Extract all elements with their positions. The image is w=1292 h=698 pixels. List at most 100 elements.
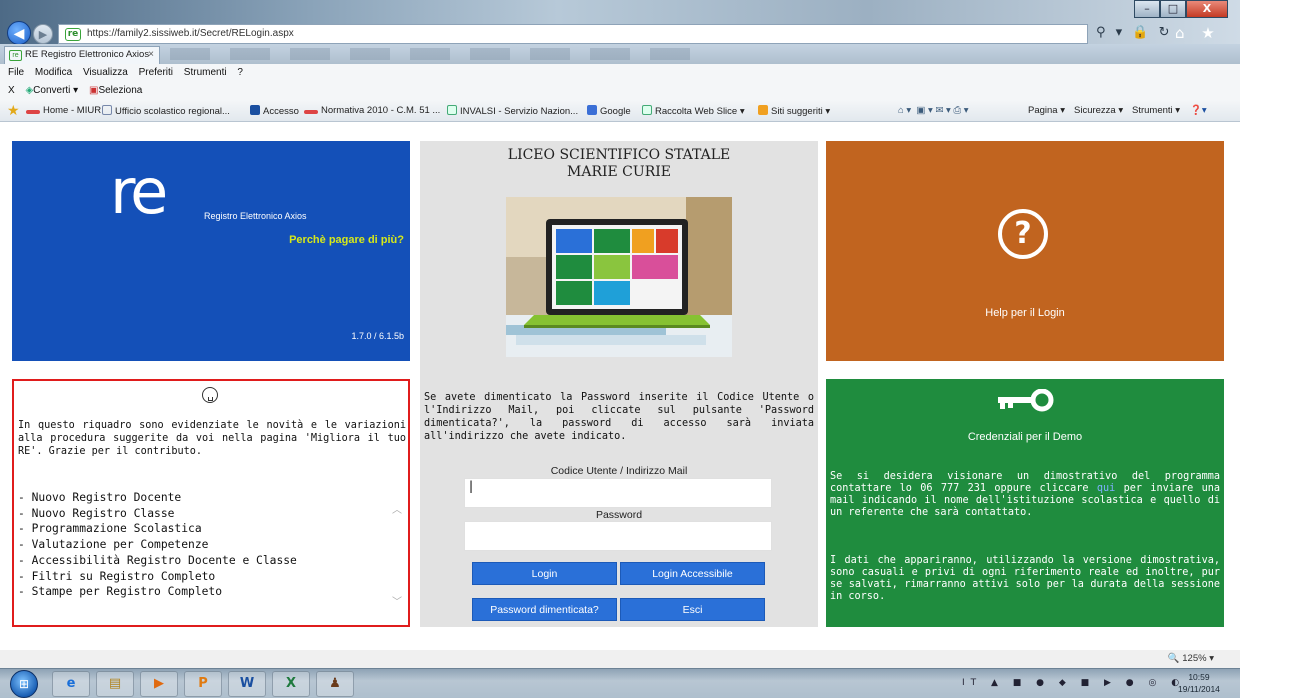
help-menu-icon[interactable]: ❓▾ [1190, 105, 1207, 116]
taskbar-powerpoint-icon[interactable]: P [184, 671, 222, 697]
favorite-invalsi[interactable]: INVALSI - Servizio Nazion... [447, 105, 578, 117]
news-intro: In questo riquadro sono evidenziate le n… [18, 420, 406, 457]
menu-strumenti-toolbar[interactable]: Strumenti ▾ [1132, 105, 1180, 116]
favorite-accesso[interactable]: Accesso [250, 105, 299, 117]
taskbar-media-player-icon[interactable]: ▶ [140, 671, 178, 697]
school-name: LICEO SCIENTIFICO STATALE MARIE CURIE [420, 147, 818, 181]
brand-tile: re Registro Elettronico Axios Perchè pag… [12, 141, 410, 361]
minimize-button[interactable]: – [1134, 0, 1160, 18]
seleziona-button[interactable]: ▣Seleziona [89, 85, 142, 96]
seleziona-label: Seleziona [98, 85, 143, 96]
re-logo: re [110, 155, 168, 228]
taskbar-app-icon[interactable]: ♟ [316, 671, 354, 697]
clock-date: 19/11/2014 [1178, 684, 1220, 694]
window-controls: – □ X [1134, 0, 1228, 18]
taskbar-ie-icon[interactable]: e [52, 671, 90, 697]
taskbar-word-icon[interactable]: W [228, 671, 266, 697]
favorite-siti-suggeriti[interactable]: Siti suggeriti ▾ [758, 105, 830, 117]
scroll-up-icon[interactable]: ︿ [392, 501, 402, 516]
blurred-background-tabs [170, 48, 690, 60]
news-item: - Filtri su Registro Completo [18, 569, 216, 583]
menu-sicurezza[interactable]: Sicurezza ▾ [1074, 105, 1123, 116]
news-item: - Valutazione per Competenze [18, 538, 209, 552]
site-favicon-icon: re [65, 28, 81, 41]
google-icon [587, 105, 597, 115]
favorite-google[interactable]: Google [587, 105, 631, 117]
scroll-down-icon[interactable]: ﹀ [392, 593, 402, 608]
converti-icon: ◈ [25, 85, 34, 96]
address-bar[interactable]: re https://family2.sissiweb.it/Secret/RE… [58, 24, 1088, 44]
favorite-label: Home - MIUR [43, 105, 102, 116]
password-label: Password [595, 509, 643, 521]
favorite-label: Google [600, 106, 631, 117]
favorites-bar: ★ Home - MIUR Ufficio scolastico regiona… [0, 100, 1240, 122]
zoom-value: 125% [1182, 653, 1207, 664]
school-name-line2: MARIE CURIE [567, 164, 671, 180]
news-list[interactable]: - Nuovo Registro Docente - Nuovo Registr… [18, 490, 388, 600]
menu-file[interactable]: File [8, 67, 24, 78]
brand-slogan: Perchè pagare di più? [289, 234, 404, 246]
favorite-normativa[interactable]: Normativa 2010 - C.M. 51 ... [304, 105, 440, 116]
brand-name: Registro Elettronico Axios [204, 211, 307, 221]
taskbar-excel-icon[interactable]: X [272, 671, 310, 697]
accesso-icon [250, 105, 260, 115]
menu-help[interactable]: ? [237, 67, 243, 78]
login-button[interactable]: Login [472, 562, 617, 585]
demo-credentials-tile: Credenziali per il Demo Se si desidera v… [826, 379, 1224, 627]
siti-suggeriti-icon [758, 105, 768, 115]
forward-button[interactable]: ▶ [33, 24, 53, 44]
converti-button[interactable]: ◈Converti ▾ [25, 85, 81, 96]
favorite-label: Siti suggeriti ▾ [771, 106, 831, 117]
command-bar-close-icon[interactable]: X [8, 85, 15, 96]
back-button[interactable]: ◀ [7, 21, 31, 45]
news-panel: In questo riquadro sono evidenziate le n… [12, 379, 410, 627]
news-item: - Stampe per Registro Completo [18, 585, 223, 599]
home-feeds-mail-print-icons[interactable]: ⌂ ▾ ▣ ▾ ✉ ▾ ⎙ ▾ [898, 105, 968, 116]
address-bar-actions[interactable]: ⚲ ▾ 🔒 ↻ [1096, 25, 1173, 40]
password-input[interactable] [464, 521, 772, 551]
forgot-password-button[interactable]: Password dimenticata? [472, 598, 617, 621]
username-input[interactable]: | [464, 478, 772, 508]
menu-preferiti[interactable]: Preferiti [139, 67, 173, 78]
favorites-star-icon[interactable]: ★ [7, 102, 20, 119]
tab-registro-elettronico[interactable]: re RE Registro Elettronico Axios × [4, 46, 160, 64]
normativa-icon [304, 110, 318, 114]
clock-time: 10:59 [1188, 672, 1210, 682]
menu-strumenti[interactable]: Strumenti [184, 67, 227, 78]
exit-button[interactable]: Esci [620, 598, 765, 621]
clock[interactable]: 10:59 19/11/2014 [1178, 671, 1220, 695]
lightbulb-icon [202, 387, 218, 403]
favorite-ufficio-scolastico[interactable]: Ufficio scolastico regional... [102, 105, 230, 117]
favorite-label: INVALSI - Servizio Nazion... [460, 106, 579, 117]
favorite-home-miur[interactable]: Home - MIUR [26, 105, 101, 116]
maximize-button[interactable]: □ [1160, 0, 1186, 18]
laptop-illustration [506, 197, 732, 357]
address-url[interactable]: https://family2.sissiweb.it/Secret/RELog… [87, 28, 294, 39]
windows-taskbar: ⊞ e ▤ ▶ P W X ♟ IT ▲ ■ ● ◆ ■ ▶ ● ◎ ◐ 10:… [0, 668, 1240, 698]
news-item: - Programmazione Scolastica [18, 522, 202, 536]
login-panel: LICEO SCIENTIFICO STATALE MARIE CURIE Se… [420, 141, 818, 627]
taskbar-explorer-icon[interactable]: ▤ [96, 671, 134, 697]
favorite-label: Ufficio scolastico regional... [115, 106, 230, 117]
help-login-tile[interactable]: ? Help per il Login [826, 141, 1224, 361]
demo-title: Credenziali per il Demo [967, 431, 1083, 443]
language-indicator[interactable]: IT [962, 678, 982, 688]
login-accessible-button[interactable]: Login Accessibile [620, 562, 765, 585]
demo-mail-link[interactable]: qui [1097, 483, 1115, 494]
news-item: - Nuovo Registro Docente [18, 491, 182, 504]
key-icon [998, 389, 1054, 412]
tab-favicon-icon: re [9, 50, 22, 61]
menu-visualizza[interactable]: Visualizza [83, 67, 128, 78]
converti-label: Converti [33, 85, 71, 96]
menu-modifica[interactable]: Modifica [35, 67, 72, 78]
start-button[interactable]: ⊞ [10, 670, 38, 698]
version-label: 1.7.0 / 6.1.5b [351, 331, 404, 341]
zoom-level[interactable]: 🔍 125% ▾ [1168, 653, 1214, 664]
close-window-button[interactable]: X [1186, 0, 1228, 18]
favorite-label: Normativa 2010 - C.M. 51 ... [321, 105, 441, 116]
tab-close-icon[interactable]: × [148, 47, 154, 63]
favorite-raccolta-web-slice[interactable]: Raccolta Web Slice ▾ [642, 105, 745, 117]
favorite-label: Raccolta Web Slice ▾ [655, 106, 745, 117]
menu-pagina[interactable]: Pagina ▾ [1028, 105, 1065, 116]
system-tray[interactable]: IT ▲ ■ ● ◆ ■ ▶ ● ◎ ◐ [962, 678, 1185, 688]
